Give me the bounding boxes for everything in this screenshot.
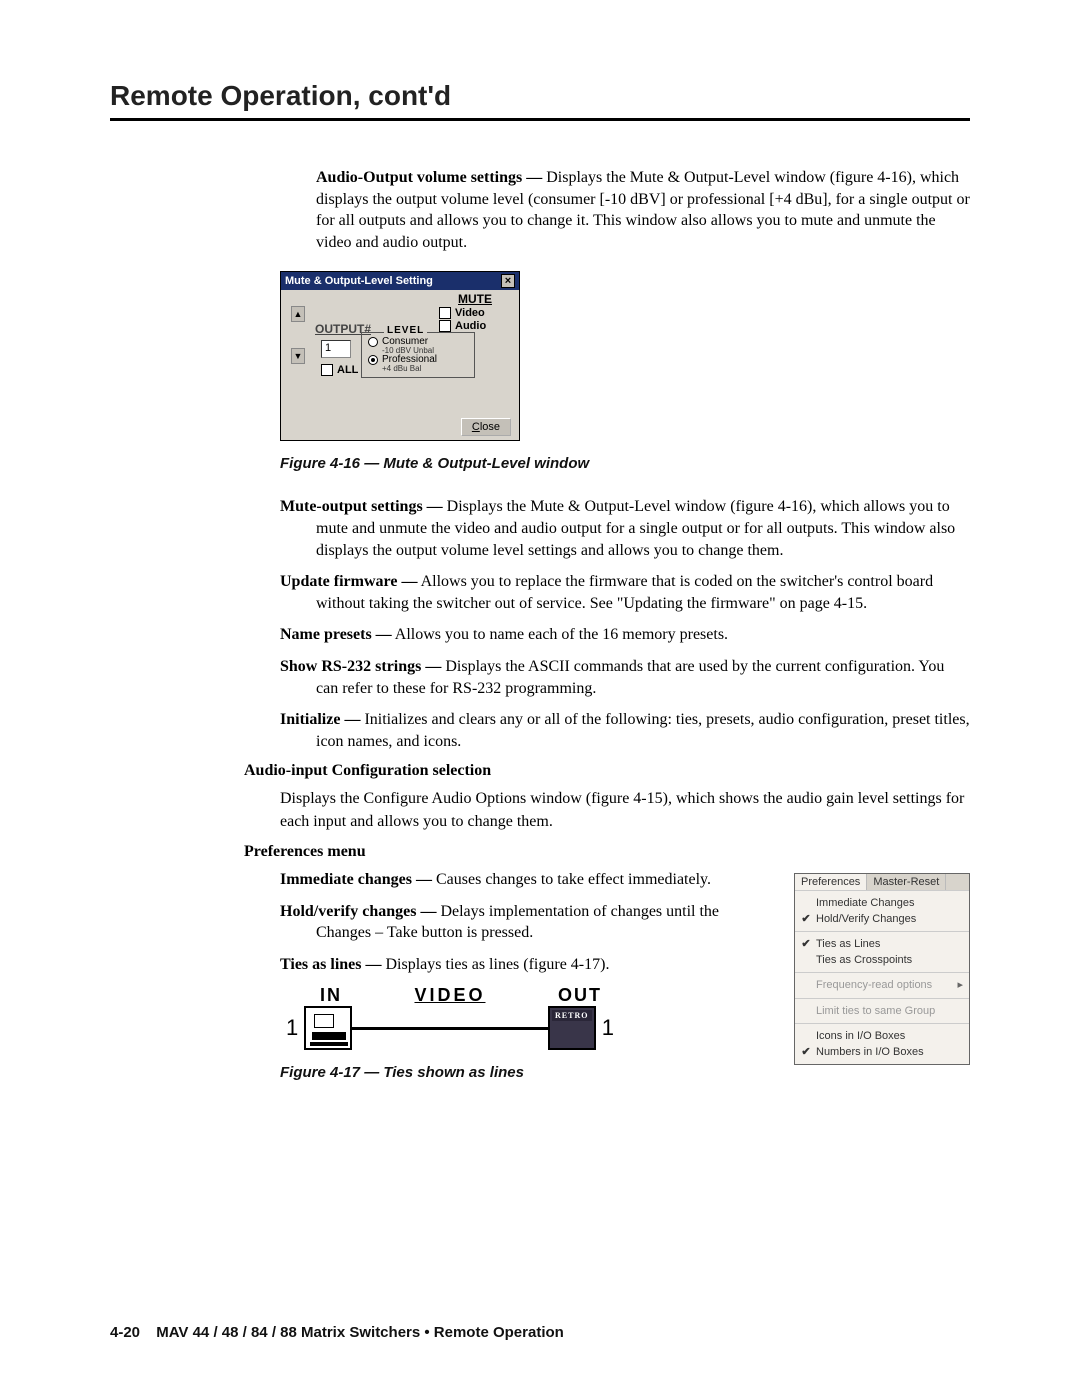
pref-menu-item-label: Limit ties to same Group (816, 1005, 935, 1017)
output-spinner[interactable]: ▲ ▼ (291, 306, 305, 364)
body-init: Initializes and clears any or all of the… (316, 711, 970, 750)
def-hold: Hold/verify changes — Delays implementat… (280, 901, 778, 944)
content-body: Audio-Output volume settings — Displays … (280, 167, 970, 1105)
pref-section-io: Icons in I/O Boxes ✔ Numbers in I/O Boxes (795, 1023, 969, 1064)
diag-left-number: 1 (280, 1015, 304, 1041)
page-number: 4-20 (110, 1324, 140, 1341)
tab-master-reset[interactable]: Master-Reset (867, 874, 946, 890)
mute-audio-checkbox[interactable] (439, 320, 451, 332)
term-ties: Ties as lines — (280, 956, 382, 973)
body-ties: Displays ties as lines (figure 4-17). (382, 956, 610, 973)
pro-sublabel: +4 dBu Bal (382, 365, 470, 373)
pref-section-changes: Immediate Changes ✔ Hold/Verify Changes (795, 890, 969, 931)
pref-menu-item[interactable]: Icons in I/O Boxes (801, 1028, 963, 1044)
pref-menu-item[interactable]: ✔ Numbers in I/O Boxes (801, 1044, 963, 1060)
pref-section-limit: Limit ties to same Group (795, 998, 969, 1023)
spin-up-button[interactable]: ▲ (291, 306, 305, 322)
spin-down-button[interactable]: ▼ (291, 348, 305, 364)
monitor-label: RETRO (552, 1010, 592, 1021)
diag-out-label: OUT (558, 985, 602, 1006)
diag-in-label: IN (320, 985, 342, 1006)
def-show-rs232: Show RS-232 strings — Displays the ASCII… (280, 656, 970, 699)
pref-menu-item[interactable]: ✔ Hold/Verify Changes (801, 911, 963, 927)
def-initialize: Initialize — Initializes and clears any … (280, 709, 970, 752)
def-update-firmware: Update firmware — Allows you to replace … (280, 571, 970, 614)
submenu-arrow-icon: ▸ (957, 979, 963, 991)
pref-tabs: Preferences Master-Reset (795, 874, 969, 890)
all-checkbox-row[interactable]: ALL (321, 364, 358, 376)
body-name: Allows you to name each of the 16 memory… (392, 626, 728, 643)
level-group: LEVEL Consumer -10 dBV Unbal Professiona… (361, 332, 475, 378)
dialog-titlebar: Mute & Output-Level Setting × (281, 272, 519, 290)
footer-text: MAV 44 / 48 / 84 / 88 Matrix Switchers •… (156, 1324, 564, 1341)
output-field[interactable]: 1 (321, 340, 351, 358)
tie-line (352, 1027, 548, 1030)
pref-section-ties: ✔ Ties as Lines Ties as Crosspoints (795, 931, 969, 972)
term-immediate: Immediate changes — (280, 871, 432, 888)
term-mute-output: Mute-output settings — (280, 498, 443, 515)
close-button[interactable]: Close (461, 418, 511, 436)
pref-menu-item-label: Ties as Crosspoints (816, 954, 912, 966)
level-legend: LEVEL (384, 325, 427, 336)
pref-menu-item[interactable]: Immediate Changes (801, 895, 963, 911)
figure-4-16-caption: Figure 4-16 — Mute & Output-Level window (120, 455, 970, 472)
check-icon: ✔ (801, 938, 811, 950)
pref-menu-item[interactable]: ✔ Ties as Lines (801, 936, 963, 952)
audio-input-body: Displays the Configure Audio Options win… (280, 788, 970, 833)
close-icon[interactable]: × (501, 274, 515, 288)
consumer-radio[interactable] (368, 337, 378, 347)
subhead-prefs: Preferences menu (244, 843, 970, 861)
def-mute-output: Mute-output settings — Displays the Mute… (280, 496, 970, 561)
preferences-menu: Preferences Master-Reset Immediate Chang… (794, 873, 970, 1065)
check-icon: ✔ (801, 1046, 811, 1058)
monitor-icon: RETRO (548, 1006, 596, 1050)
figure-4-17-caption: Figure 4-17 — Ties shown as lines (110, 1064, 778, 1081)
dialog-body: ▲ ▼ OUTPUT# 1 ALL MUTE Video Audio LEVEL… (281, 290, 519, 440)
pref-menu-item-label: Numbers in I/O Boxes (816, 1046, 924, 1058)
page-footer: 4-20 MAV 44 / 48 / 84 / 88 Matrix Switch… (110, 1324, 564, 1341)
pro-radio[interactable] (368, 355, 378, 365)
pref-menu-item-label: Frequency-read options (816, 979, 932, 991)
term-audio-output: Audio-Output volume settings — (316, 169, 542, 186)
def-immediate: Immediate changes — Causes changes to ta… (280, 869, 778, 891)
page-title: Remote Operation, cont'd (110, 80, 970, 121)
tab-preferences[interactable]: Preferences (795, 874, 867, 890)
check-icon: ✔ (801, 913, 811, 925)
mute-video-row[interactable]: Video (439, 307, 511, 319)
close-rest: lose (480, 421, 500, 433)
mute-audio-row[interactable]: Audio (439, 320, 511, 332)
dialog-title-text: Mute & Output-Level Setting (285, 275, 433, 287)
all-label: ALL (337, 364, 358, 376)
diag-right-number: 1 (596, 1015, 620, 1041)
mute-output-dialog: Mute & Output-Level Setting × ▲ ▼ OUTPUT… (280, 271, 520, 441)
term-hold: Hold/verify changes — (280, 903, 436, 920)
mute-header: MUTE (439, 292, 511, 306)
diag-video-label: VIDEO (414, 985, 485, 1006)
ties-as-lines-diagram: IN VIDEO OUT 1 RETRO 1 (280, 985, 620, 1050)
mute-audio-label: Audio (455, 320, 486, 332)
pref-menu-item: Limit ties to same Group (801, 1003, 963, 1019)
def-name-presets: Name presets — Allows you to name each o… (280, 624, 970, 646)
mute-group: MUTE Video Audio (439, 292, 511, 333)
term-name: Name presets — (280, 626, 392, 643)
pref-menu-item: Frequency-read options ▸ (801, 977, 963, 993)
pref-menu-item-label: Hold/Verify Changes (816, 913, 916, 925)
pc-icon (304, 1006, 352, 1050)
pref-menu-item[interactable]: Ties as Crosspoints (801, 952, 963, 968)
all-checkbox[interactable] (321, 364, 333, 376)
term-update: Update firmware — (280, 573, 417, 590)
pref-menu-item-label: Ties as Lines (816, 938, 880, 950)
mute-video-label: Video (455, 307, 485, 319)
term-show: Show RS-232 strings — (280, 658, 441, 675)
def-ties: Ties as lines — Displays ties as lines (… (280, 954, 778, 976)
pref-menu-item-label: Icons in I/O Boxes (816, 1030, 905, 1042)
term-init: Initialize — (280, 711, 360, 728)
pref-section-freq: Frequency-read options ▸ (795, 972, 969, 997)
subhead-audio-input: Audio-input Configuration selection (244, 762, 970, 780)
body-immediate: Causes changes to take effect immediatel… (432, 871, 711, 888)
mute-video-checkbox[interactable] (439, 307, 451, 319)
pref-menu-item-label: Immediate Changes (816, 897, 914, 909)
